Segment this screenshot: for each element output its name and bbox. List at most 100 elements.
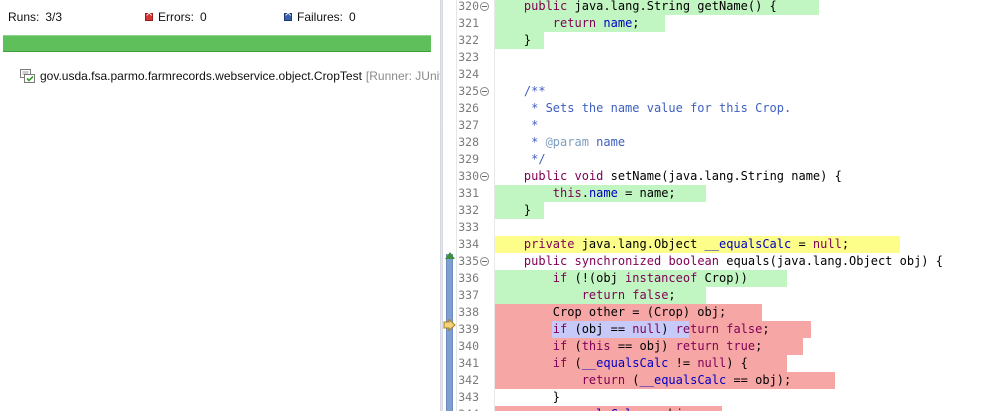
line-number: 323 bbox=[458, 50, 479, 64]
code-token: equals(java.lang.Object obj) { bbox=[719, 254, 943, 268]
code-token: == obj) bbox=[610, 339, 676, 353]
code-token: false bbox=[632, 288, 669, 302]
failure-icon bbox=[284, 9, 292, 21]
line-number: 328 bbox=[458, 135, 479, 149]
code-token: return bbox=[675, 339, 719, 353]
line-number: 327 bbox=[458, 118, 479, 132]
test-progress-bar bbox=[3, 35, 431, 52]
errors-value: 0 bbox=[200, 10, 207, 24]
fold-collapse-icon[interactable] bbox=[480, 87, 489, 96]
code-token: = name; bbox=[617, 186, 676, 200]
line-number: 322 bbox=[458, 33, 479, 47]
errors-counter: Errors: 0 bbox=[145, 9, 207, 24]
code-line[interactable]: private java.lang.Object __equalsCalc = … bbox=[495, 236, 849, 253]
line-number: 342 bbox=[458, 373, 479, 387]
code-line[interactable]: return false; bbox=[495, 287, 676, 304]
code-line[interactable]: } bbox=[495, 202, 531, 219]
error-icon bbox=[145, 9, 153, 21]
fold-collapse-icon[interactable] bbox=[480, 172, 489, 181]
runs-counter: Runs: 3/3 bbox=[8, 10, 62, 24]
code-line[interactable]: } bbox=[495, 32, 531, 49]
failures-value: 0 bbox=[349, 10, 356, 24]
junit-counters: Runs: 3/3 Errors: 0 Failures: 0 bbox=[0, 6, 440, 28]
line-number: 325 bbox=[458, 84, 479, 98]
failures-label: Failures: bbox=[297, 10, 344, 24]
fold-collapse-icon[interactable] bbox=[480, 2, 489, 11]
line-number: 333 bbox=[458, 220, 479, 234]
code-line[interactable]: if (obj == null) return false; bbox=[495, 321, 770, 338]
line-number: 336 bbox=[458, 271, 479, 285]
fold-collapse-icon[interactable] bbox=[480, 257, 489, 266]
code-token: return bbox=[552, 16, 597, 30]
line-number: 337 bbox=[458, 288, 479, 302]
code-line[interactable]: * @param name bbox=[495, 134, 625, 151]
line-number-gutter: 320 321 322 323 324 325 326 327 328 329 330 331 332 3… bbox=[457, 0, 495, 411]
code-token: if bbox=[552, 322, 568, 336]
code-token: } bbox=[523, 33, 532, 47]
code-token: * Sets the name value for this Crop. bbox=[531, 101, 792, 115]
code-line[interactable]: Crop other = (Crop) obj; bbox=[495, 304, 726, 321]
code-token: __equalsCalc bbox=[581, 356, 669, 370]
code-token: __equalsCalc bbox=[639, 373, 727, 387]
line-number: 341 bbox=[458, 356, 479, 370]
code-token: name bbox=[588, 135, 626, 149]
code-token: __equalsCalc bbox=[553, 407, 640, 411]
code-token: this bbox=[552, 186, 582, 200]
test-class-name: gov.usda.fsa.parmo.farmrecords.webservic… bbox=[40, 69, 362, 83]
code-line[interactable]: if (!(obj instanceof Crop)) bbox=[495, 270, 748, 287]
runs-value: 3/3 bbox=[45, 10, 63, 24]
code-text[interactable]: public java.lang.String getName() { retu… bbox=[495, 0, 999, 411]
code-editor[interactable]: 320 321 322 323 324 325 326 327 328 329 330 331 332 3… bbox=[443, 0, 999, 411]
code-token: null bbox=[812, 237, 842, 251]
test-runner-label: [Runner: JUnit bbox=[365, 69, 440, 83]
code-line[interactable]: * bbox=[495, 117, 538, 134]
code-line[interactable]: */ bbox=[495, 151, 546, 168]
code-line[interactable]: __equalsCalc = obj; bbox=[495, 406, 690, 411]
code-token: null bbox=[632, 322, 662, 336]
code-line[interactable]: this.name = name; bbox=[495, 185, 676, 202]
code-token: ; bbox=[632, 16, 640, 30]
code-line[interactable]: public void setName(java.lang.String nam… bbox=[495, 168, 842, 185]
code-line[interactable]: if (__equalsCalc != null) { bbox=[495, 355, 748, 372]
code-token: */ bbox=[531, 152, 546, 166]
code-token: (!(obj bbox=[567, 271, 626, 285]
code-line[interactable]: if (this == obj) return true; bbox=[495, 338, 763, 355]
line-number: 344 bbox=[457, 406, 479, 411]
code-token: public bbox=[523, 254, 568, 268]
code-line[interactable]: } bbox=[495, 389, 560, 406]
code-token: return bbox=[581, 288, 626, 302]
code-line[interactable]: return (__equalsCalc == obj); bbox=[495, 372, 792, 389]
test-suite-icon bbox=[20, 69, 35, 83]
code-line[interactable]: return name; bbox=[495, 15, 640, 32]
line-number: 335 bbox=[458, 254, 479, 268]
code-line[interactable]: public synchronized boolean equals(java.… bbox=[495, 253, 943, 270]
code-token: (obj == bbox=[567, 322, 633, 336]
code-token: __equalsCalc bbox=[704, 237, 792, 251]
coverage-start-icon bbox=[445, 252, 455, 259]
code-token: ) bbox=[661, 322, 676, 336]
code-token: = bbox=[791, 237, 813, 251]
line-number: 321 bbox=[458, 16, 479, 30]
code-line[interactable]: * Sets the name value for this Crop. bbox=[495, 100, 791, 117]
test-tree-item[interactable]: gov.usda.fsa.parmo.farmrecords.webservic… bbox=[20, 67, 440, 85]
overview-ruler[interactable] bbox=[443, 0, 457, 411]
code-token: ; bbox=[841, 237, 850, 251]
line-number: 330 bbox=[458, 169, 479, 183]
code-token: } bbox=[552, 390, 561, 404]
failures-counter: Failures: 0 bbox=[284, 9, 356, 24]
code-token: == obj); bbox=[726, 373, 792, 387]
code-line[interactable]: public java.lang.String getName() { bbox=[495, 0, 777, 15]
code-line[interactable]: /** bbox=[495, 83, 546, 100]
